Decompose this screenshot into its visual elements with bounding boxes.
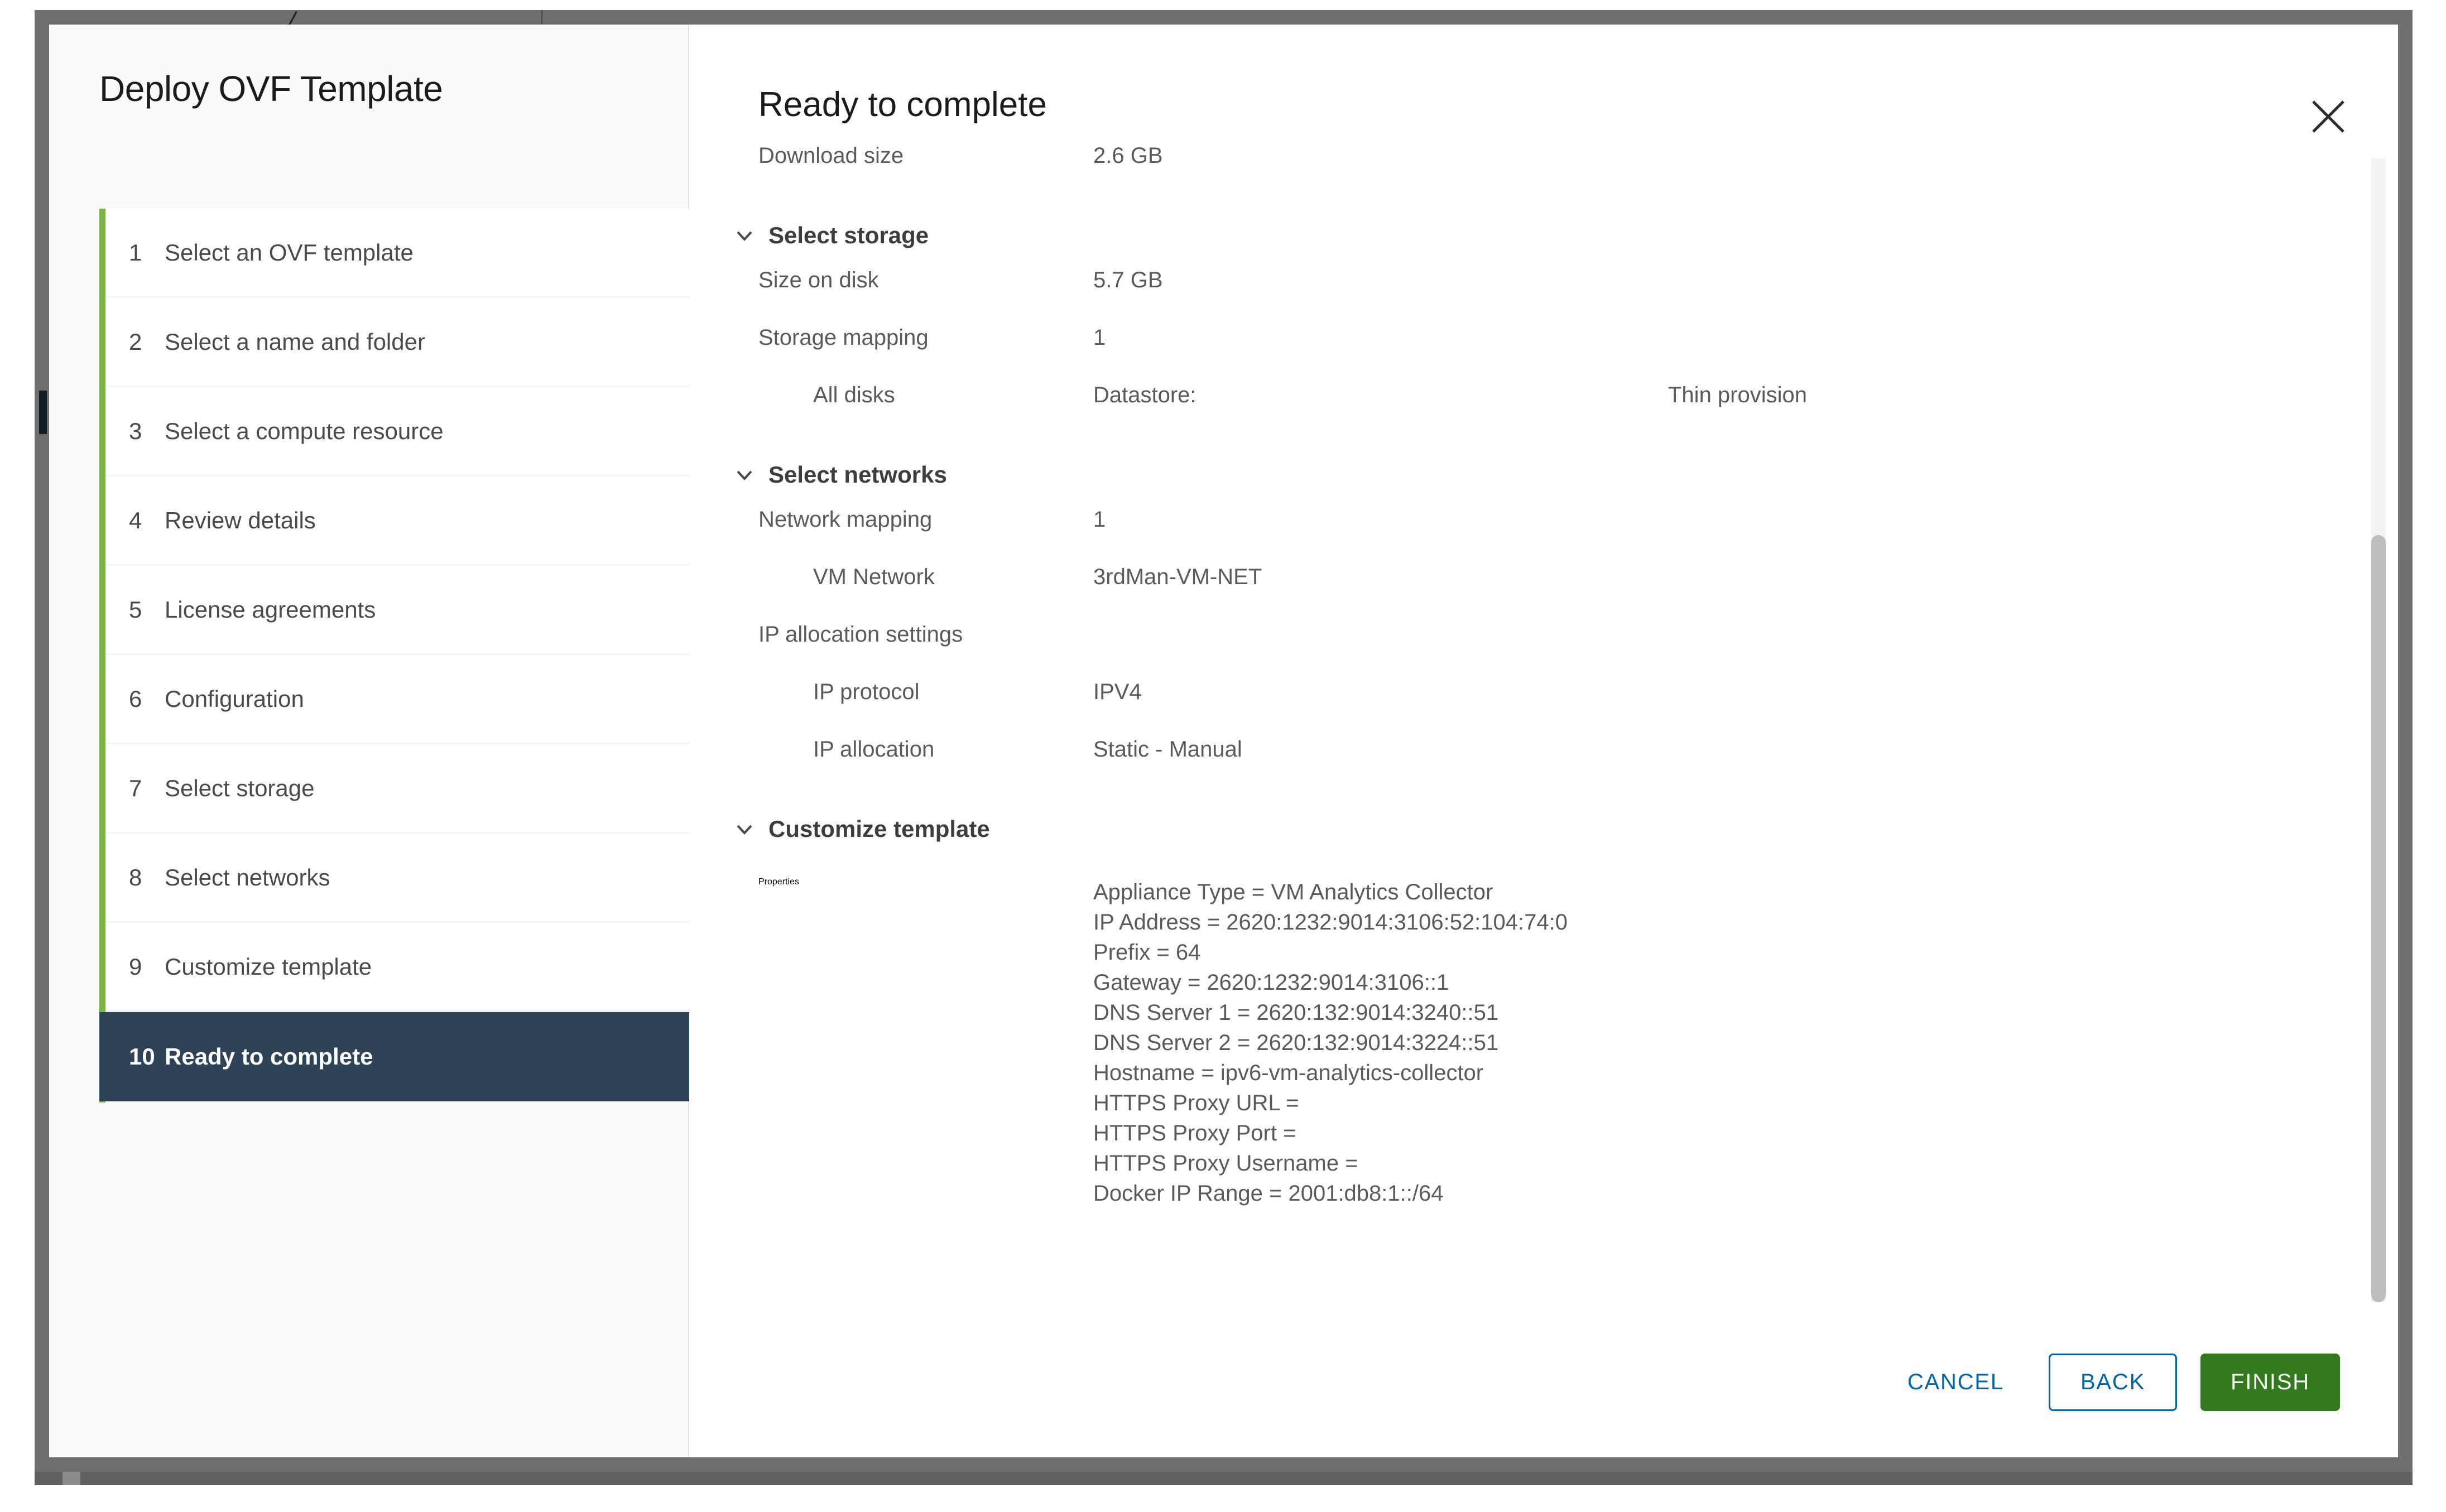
properties-value-block: Appliance Type = VM Analytics Collector … xyxy=(1093,880,1568,1206)
row-ip-allocation-settings: IP allocation settings xyxy=(758,623,2398,681)
row-download-size: Download size 2.6 GB xyxy=(758,145,2398,202)
deploy-ovf-template-dialog: Deploy OVF Template 1 Select an OVF temp… xyxy=(49,25,2398,1457)
step-number: 4 xyxy=(129,507,142,533)
row-ip-protocol: IP protocol IPV4 xyxy=(758,681,2398,738)
content-scrollbar-thumb[interactable] xyxy=(2371,535,2386,1302)
row-label: Storage mapping xyxy=(758,325,929,350)
sidebar-step-select-storage[interactable]: 7 Select storage xyxy=(105,744,689,834)
row-value: 5.7 GB xyxy=(1093,268,1163,292)
step-label: Select networks xyxy=(165,864,330,890)
summary-scroll-area: Download size 2.6 GB Select storage Size… xyxy=(689,145,2398,1307)
sidebar-step-review-details[interactable]: 4 Review details xyxy=(105,476,689,566)
sidebar-step-select-networks[interactable]: 8 Select networks xyxy=(105,834,689,923)
row-value: 2.6 GB xyxy=(1093,145,1163,168)
content-header: Ready to complete xyxy=(689,25,2398,145)
sidebar-step-configuration[interactable]: 6 Configuration xyxy=(105,655,689,744)
section-title: Select networks xyxy=(768,461,947,488)
chevron-down-icon xyxy=(731,221,758,249)
step-number: 10 xyxy=(129,1043,155,1070)
step-label: Configuration xyxy=(165,685,304,712)
sidebar-step-ready-to-complete[interactable]: 10 Ready to complete xyxy=(99,1012,689,1101)
wizard-content-pane: Ready to complete Download size 2.6 GB S… xyxy=(689,25,2398,1457)
window-frame-left xyxy=(35,10,49,1472)
step-label: Ready to complete xyxy=(165,1043,373,1070)
step-label: Select storage xyxy=(165,774,315,801)
sidebar-step-select-a-name-and-folder[interactable]: 2 Select a name and folder xyxy=(105,298,689,387)
chevron-down-icon xyxy=(731,461,758,489)
row-vm-network: VM Network 3rdMan-VM-NET xyxy=(758,566,2398,623)
step-number: 3 xyxy=(129,417,142,444)
row-network-mapping: Network mapping 1 xyxy=(758,508,2398,566)
dialog-title: Deploy OVF Template xyxy=(99,69,443,109)
wizard-progress-rail xyxy=(99,209,105,1104)
background-content-tick xyxy=(541,10,542,25)
step-label: Select a name and folder xyxy=(165,328,425,355)
row-value: Static - Manual xyxy=(1093,737,1242,762)
content-scrollbar[interactable] xyxy=(2371,158,2386,1302)
row-value: 1 xyxy=(1093,325,1106,350)
step-label: License agreements xyxy=(165,596,376,623)
step-label: Review details xyxy=(165,507,316,533)
step-label: Customize template xyxy=(165,953,372,980)
row-label: Download size xyxy=(758,145,904,168)
row-storage-mapping: Storage mapping 1 xyxy=(758,326,2398,384)
row-label: IP allocation settings xyxy=(758,622,963,647)
section-header-customize-template[interactable]: Customize template xyxy=(731,796,2398,863)
cancel-button[interactable]: CANCEL xyxy=(1888,1355,2023,1409)
dialog-footer: CANCEL BACK FINISH xyxy=(689,1307,2398,1457)
step-number: 6 xyxy=(129,685,142,712)
back-button[interactable]: BACK xyxy=(2048,1353,2178,1411)
wizard-sidebar: Deploy OVF Template 1 Select an OVF temp… xyxy=(49,25,689,1457)
row-value-datastore: Datastore: xyxy=(1093,383,1196,407)
window-frame-right xyxy=(2398,10,2413,1472)
row-label: VM Network xyxy=(813,565,935,589)
close-icon[interactable] xyxy=(2309,97,2348,136)
step-number: 2 xyxy=(129,328,142,355)
step-label: Select a compute resource xyxy=(165,417,444,444)
sidebar-step-customize-template[interactable]: 9 Customize template xyxy=(105,923,689,1012)
sidebar-step-license-agreements[interactable]: 5 License agreements xyxy=(105,566,689,655)
row-value: 3rdMan-VM-NET xyxy=(1093,565,1262,589)
row-size-on-disk: Size on disk 5.7 GB xyxy=(758,269,2398,326)
window-frame-top xyxy=(35,10,2413,25)
row-label: Network mapping xyxy=(758,507,933,532)
section-header-select-storage[interactable]: Select storage xyxy=(731,202,2398,269)
section-title: Select storage xyxy=(768,222,929,248)
background-sidebar-mark xyxy=(39,391,47,434)
page-title: Ready to complete xyxy=(758,85,1047,124)
summary-detail-list: Download size 2.6 GB Select storage Size… xyxy=(689,145,2398,1208)
row-label: Size on disk xyxy=(758,268,879,292)
wizard-step-list: 1 Select an OVF template 2 Select a name… xyxy=(99,209,689,1104)
chevron-down-icon xyxy=(731,815,758,843)
section-header-select-networks[interactable]: Select networks xyxy=(731,441,2398,508)
sidebar-step-select-an-ovf-template[interactable]: 1 Select an OVF template xyxy=(105,209,689,298)
section-title: Customize template xyxy=(768,816,990,842)
background-taskbar-mark xyxy=(63,1472,80,1485)
row-value: IPV4 xyxy=(1093,680,1142,704)
row-label: Properties xyxy=(758,877,799,887)
row-value: 1 xyxy=(1093,507,1106,532)
row-label: IP allocation xyxy=(813,737,935,762)
row-properties: Properties Appliance Type = VM Analytics… xyxy=(758,863,2398,1208)
step-number: 1 xyxy=(129,239,142,266)
row-value-provision: Thin provision xyxy=(1668,383,1808,407)
step-number: 9 xyxy=(129,953,142,980)
row-all-disks: All disks Datastore: Thin provision xyxy=(758,384,2398,441)
step-number: 8 xyxy=(129,864,142,890)
sidebar-step-select-a-compute-resource[interactable]: 3 Select a compute resource xyxy=(105,387,689,476)
row-label: IP protocol xyxy=(813,680,920,704)
wizard-progress-fill xyxy=(99,209,105,1102)
row-label: All disks xyxy=(813,383,895,407)
step-number: 5 xyxy=(129,596,142,623)
step-number: 7 xyxy=(129,774,142,801)
window-frame-bottom xyxy=(35,1457,2413,1472)
step-label: Select an OVF template xyxy=(165,239,414,266)
window-frame-bottom-shadow xyxy=(35,1472,2413,1485)
row-ip-allocation: IP allocation Static - Manual xyxy=(758,738,2398,796)
finish-button[interactable]: FINISH xyxy=(2200,1353,2340,1411)
